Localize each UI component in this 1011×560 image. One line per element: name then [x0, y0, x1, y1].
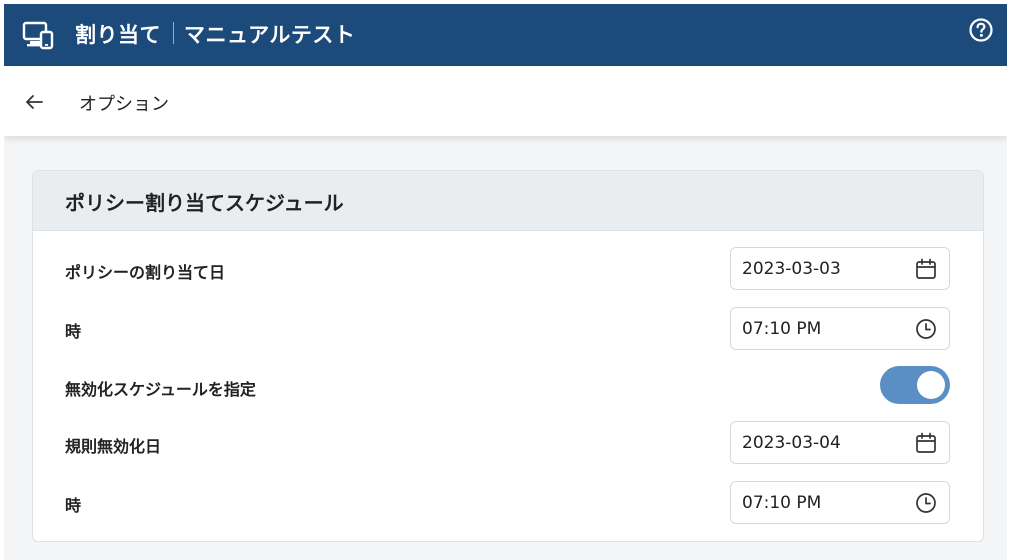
clock-icon[interactable] [915, 492, 937, 514]
disable-time-field[interactable]: 07:10 PM [730, 481, 950, 524]
card-title: ポリシー割り当てスケジュール [65, 191, 344, 215]
title-divider [173, 22, 174, 44]
assign-date-label: ポリシーの割り当て日 [65, 263, 226, 282]
help-circle-icon[interactable] [968, 17, 994, 43]
toggle-knob [917, 371, 945, 399]
assign-date-value: 2023-03-03 [742, 259, 841, 279]
disable-date-field[interactable]: 2023-03-04 [730, 421, 950, 464]
calendar-icon[interactable] [915, 432, 937, 454]
disable-date-label: 規則無効化日 [65, 437, 162, 456]
app-frame: 割り当て マニュアルテスト オプション ポリシー割り当てスケジュール ポリシーの… [4, 4, 1007, 560]
assign-time-field[interactable]: 07:10 PM [730, 307, 950, 350]
card-header: ポリシー割り当てスケジュール [33, 171, 983, 231]
options-bar: オプション [4, 66, 1007, 136]
disable-schedule-label: 無効化スケジュールを指定 [65, 380, 256, 399]
assign-time-value: 07:10 PM [742, 319, 822, 339]
arrow-left-icon[interactable] [22, 90, 46, 114]
disable-time-value: 07:10 PM [742, 493, 822, 513]
app-title: 割り当て [75, 23, 161, 47]
assign-time-label: 時 [65, 322, 82, 341]
options-title: オプション [79, 94, 169, 115]
calendar-icon[interactable] [915, 258, 937, 280]
disable-time-label: 時 [65, 496, 82, 515]
assign-date-field[interactable]: 2023-03-03 [730, 247, 950, 290]
clock-icon[interactable] [915, 318, 937, 340]
schedule-card: ポリシー割り当てスケジュール ポリシーの割り当て日 2023-03-03 時 0… [32, 170, 984, 542]
page-title: マニュアルテスト [184, 23, 356, 47]
devices-icon [22, 21, 54, 50]
disable-schedule-toggle[interactable] [880, 366, 950, 404]
top-bar: 割り当て マニュアルテスト [4, 4, 1007, 66]
disable-date-value: 2023-03-04 [742, 433, 841, 453]
